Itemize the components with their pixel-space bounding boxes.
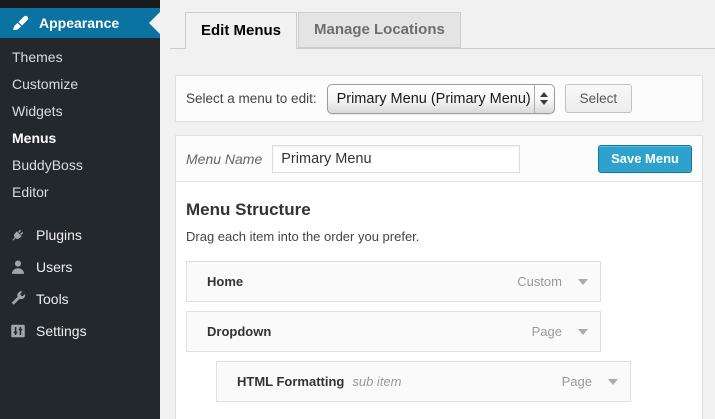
sidebar-item-editor[interactable]: Editor	[0, 179, 160, 206]
menu-item-html-formatting[interactable]: HTML Formatting sub item Page	[216, 361, 631, 402]
menu-select-value: Primary Menu (Primary Menu)	[328, 91, 534, 107]
chevron-down-icon[interactable]	[608, 379, 618, 385]
menu-item-sub-label: sub item	[352, 374, 401, 389]
menu-item-title: Dropdown	[207, 324, 271, 339]
sidebar-item-label: Users	[36, 259, 73, 275]
sidebar-item-themes[interactable]: Themes	[0, 44, 160, 71]
appearance-submenu: Themes Customize Widgets Menus BuddyBoss…	[0, 44, 160, 206]
sidebar-item-buddyboss[interactable]: BuddyBoss	[0, 152, 160, 179]
plugins-icon	[9, 226, 27, 244]
menu-name-row: Menu Name Save Menu	[176, 136, 702, 182]
menu-item-title: Home	[207, 274, 243, 289]
stepper-up-icon	[540, 92, 548, 97]
menu-structure-heading: Menu Structure	[186, 200, 692, 220]
tab-edit-menus[interactable]: Edit Menus	[185, 12, 297, 49]
menu-item-type: Custom	[517, 274, 562, 289]
save-menu-button[interactable]: Save Menu	[598, 145, 692, 173]
sidebar-item-users[interactable]: Users	[0, 251, 160, 283]
menu-select-dropdown[interactable]: Primary Menu (Primary Menu)	[327, 84, 555, 114]
select-stepper-icon	[534, 85, 554, 113]
menu-item-dropdown[interactable]: Dropdown Page	[186, 311, 601, 352]
sidebar-item-tools[interactable]: Tools	[0, 283, 160, 315]
sidebar-item-label: Settings	[36, 323, 87, 339]
tools-icon	[9, 290, 27, 308]
sidebar-item-appearance[interactable]: Appearance	[0, 8, 160, 38]
users-icon	[9, 258, 27, 276]
current-item-arrow	[149, 12, 160, 34]
appearance-icon	[12, 15, 29, 32]
menu-item-home[interactable]: Home Custom	[186, 261, 601, 302]
menu-editor-panel: Menu Name Save Menu Menu Structure Drag …	[175, 135, 703, 419]
wordpress-admin-screen: Appearance Themes Customize Widgets Menu…	[0, 0, 715, 419]
select-button[interactable]: Select	[565, 84, 633, 113]
menu-item-list: Home Custom Dropdown Page HTML Formattin…	[186, 261, 692, 402]
tab-manage-locations[interactable]: Manage Locations	[298, 12, 461, 48]
sidebar-separator	[0, 0, 160, 8]
menu-item-type: Page	[532, 324, 562, 339]
sidebar-item-label: Tools	[36, 291, 69, 307]
menu-select-label: Select a menu to edit:	[186, 91, 317, 106]
menu-structure-hint: Drag each item into the order you prefer…	[186, 229, 692, 244]
menu-select-bar: Select a menu to edit: Primary Menu (Pri…	[175, 75, 703, 122]
sidebar-item-label: Appearance	[39, 15, 119, 31]
main-content: Edit Menus Manage Locations Select a men…	[160, 0, 715, 419]
menu-name-input[interactable]	[272, 145, 520, 173]
sidebar-item-plugins[interactable]: Plugins	[0, 219, 160, 251]
chevron-down-icon[interactable]	[578, 279, 588, 285]
settings-icon	[9, 322, 27, 340]
sidebar-item-label: Plugins	[36, 227, 82, 243]
menu-structure-section: Menu Structure Drag each item into the o…	[176, 182, 702, 402]
stepper-down-icon	[540, 100, 548, 105]
sidebar-item-menus[interactable]: Menus	[0, 125, 160, 152]
chevron-down-icon[interactable]	[578, 329, 588, 335]
menu-name-label: Menu Name	[186, 151, 262, 167]
sidebar-item-settings[interactable]: Settings	[0, 315, 160, 347]
sidebar-item-widgets[interactable]: Widgets	[0, 98, 160, 125]
menu-item-type: Page	[562, 374, 592, 389]
menu-item-title: HTML Formatting	[237, 374, 344, 389]
sidebar-item-customize[interactable]: Customize	[0, 71, 160, 98]
sidebar-lower-menu: Plugins Users Tools	[0, 219, 160, 347]
admin-sidebar: Appearance Themes Customize Widgets Menu…	[0, 0, 160, 419]
